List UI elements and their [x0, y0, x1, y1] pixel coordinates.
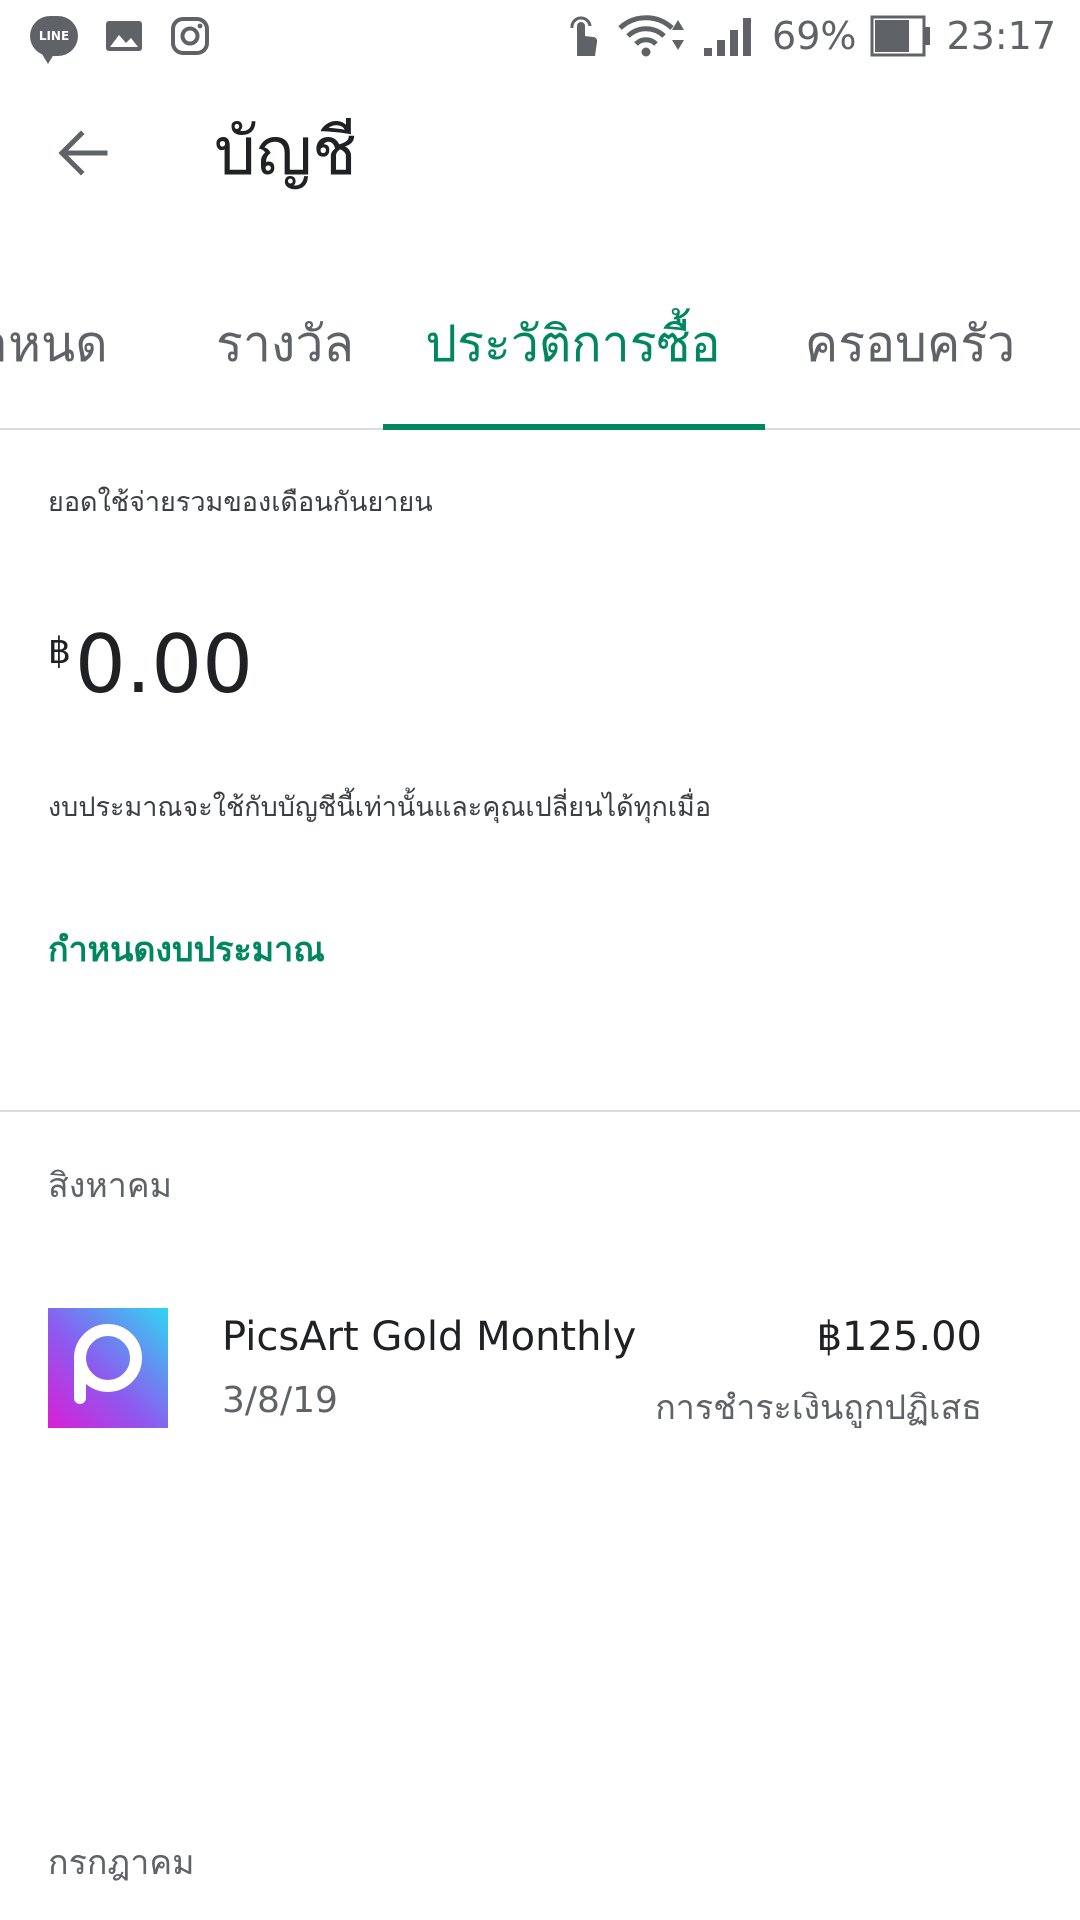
- month-header-july: กรกฎาคม: [48, 1843, 195, 1883]
- notification-icons: LINE: [30, 12, 210, 64]
- set-budget-link[interactable]: กำหนดงบประมาณ: [48, 922, 325, 976]
- signal-icon: [702, 14, 758, 58]
- back-button[interactable]: [40, 110, 126, 196]
- purchase-date: 3/8/19: [222, 1380, 338, 1421]
- gallery-icon: [104, 19, 144, 53]
- tab-family[interactable]: ครอบครัว: [780, 260, 1040, 428]
- tab-rewards[interactable]: รางวัล: [180, 260, 390, 428]
- payment-status: การชำระเงินถูกปฏิเสธ: [655, 1388, 982, 1428]
- month-header-august: สิงหาคม: [48, 1166, 173, 1206]
- line-icon: LINE: [30, 16, 78, 64]
- tab-purchase-history[interactable]: ประวัติการซื้อ: [383, 260, 763, 428]
- line-icon-label: LINE: [38, 29, 70, 43]
- monthly-spend-amount: ฿ 0.00: [48, 610, 253, 720]
- battery-percent: 69%: [772, 14, 857, 58]
- amount-value: 0.00: [74, 618, 254, 711]
- page-title: บัญชี: [214, 113, 357, 190]
- tab-budget[interactable]: าหนด: [0, 260, 150, 428]
- system-icons: 69% 23:17: [562, 10, 1056, 62]
- status-bar: LINE 69% 23:17: [0, 0, 1080, 72]
- picsart-app-icon: [48, 1308, 168, 1428]
- arrow-back-icon: [58, 130, 108, 176]
- budget-description: งบประมาณจะใช้กับบัญชีนี้เท่านั้นและคุณเป…: [48, 792, 712, 823]
- touch-icon: [562, 12, 602, 60]
- monthly-spend-label: ยอดใช้จ่ายรวมของเดือนกันยายน: [48, 487, 433, 518]
- clock: 23:17: [946, 14, 1056, 58]
- purchase-title: PicsArt Gold Monthly: [222, 1314, 637, 1360]
- instagram-icon: [170, 16, 210, 56]
- purchase-item[interactable]: PicsArt Gold Monthly 3/8/19 ฿125.00 การช…: [0, 1300, 1080, 1440]
- currency-symbol: ฿: [48, 631, 71, 672]
- battery-icon: [870, 15, 932, 57]
- wifi-icon: [616, 14, 688, 58]
- budget-section: ยอดใช้จ่ายรวมของเดือนกันยายน ฿ 0.00 งบปร…: [0, 430, 1080, 1112]
- tab-bar: าหนด รางวัล ประวัติการซื้อ ครอบครัว: [0, 260, 1080, 430]
- purchase-price: ฿125.00: [816, 1314, 982, 1360]
- app-bar: บัญชี: [0, 72, 1080, 242]
